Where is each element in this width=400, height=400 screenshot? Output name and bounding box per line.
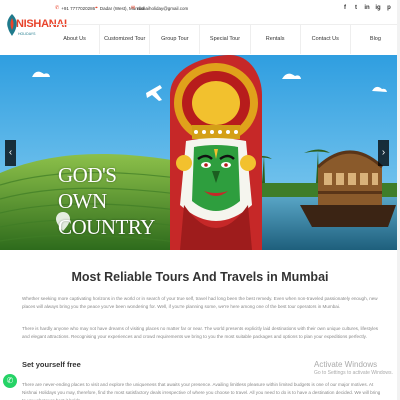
hero-title-line: COUNTRY <box>58 215 155 239</box>
watermark-subtitle: Go to Settings to activate Windows. <box>314 370 393 376</box>
hero-title: GOD'S OWN COUNTRY <box>58 162 155 240</box>
slider-prev-button[interactable]: ‹ <box>5 140 16 166</box>
phone-icon: ✆ <box>55 5 60 11</box>
dreams-paragraph: There is hardly anyone who may not have … <box>22 326 379 339</box>
nav-special-tour[interactable]: Special Tour <box>199 25 249 54</box>
twitter-icon[interactable]: t <box>353 5 359 11</box>
nav-customized-tour[interactable]: Customized Tour <box>99 25 149 54</box>
kathakali-face <box>170 55 262 250</box>
nav-rentals[interactable]: Rentals <box>249 25 300 54</box>
top-info-bar: NISHANAI HOLIDAYS ✆ +91 7777020286 ⌖ Dad… <box>0 0 400 36</box>
nav-contact-us[interactable]: Contact Us <box>299 25 350 54</box>
instagram-icon[interactable]: ig <box>375 5 381 11</box>
map-pin-icon: ⌖ <box>95 5 98 11</box>
brand-tagline: HOLIDAYS <box>18 32 36 36</box>
intro-paragraph: Whether seeking more captivating horizon… <box>22 296 378 309</box>
main-nav: About Us Customized Tour Group Tour Spec… <box>50 24 400 54</box>
watermark-title: Activate Windows <box>314 360 378 369</box>
social-links: f t in ig p <box>342 5 392 11</box>
nav-about-us[interactable]: About Us <box>50 25 99 54</box>
linkedin-icon[interactable]: in <box>364 5 370 11</box>
pinterest-icon[interactable]: p <box>386 5 392 11</box>
email-contact[interactable]: ✉ nishaiholiday@gmail.com <box>131 5 188 11</box>
section-subheading: Set yourself free <box>22 360 81 369</box>
nav-blog[interactable]: Blog <box>349 25 400 54</box>
nav-group-tour[interactable]: Group Tour <box>149 25 199 54</box>
page-headline: Most Reliable Tours And Travels in Mumba… <box>71 270 329 284</box>
facebook-icon[interactable]: f <box>342 5 348 11</box>
brand-logo[interactable]: NISHANAI HOLIDAYS <box>2 4 67 52</box>
windows-activation-watermark: Activate Windows Go to Settings to activ… <box>314 360 393 376</box>
freedom-paragraph: There are never-ending places to visit a… <box>22 382 381 400</box>
slider-next-button[interactable]: › <box>378 140 389 166</box>
hero-title-line: OWN <box>58 189 107 213</box>
phone-contact[interactable]: ✆ +91 7777020286 <box>55 5 95 11</box>
email-address: nishaiholiday@gmail.com <box>137 5 189 11</box>
phone-number: +91 7777020286 <box>61 5 96 11</box>
whatsapp-icon[interactable]: ✆ <box>3 374 17 388</box>
mail-icon: ✉ <box>131 5 136 11</box>
hero-title-line: GOD'S <box>58 163 117 187</box>
hero-slider: GOD'S OWN COUNTRY <box>0 55 400 250</box>
